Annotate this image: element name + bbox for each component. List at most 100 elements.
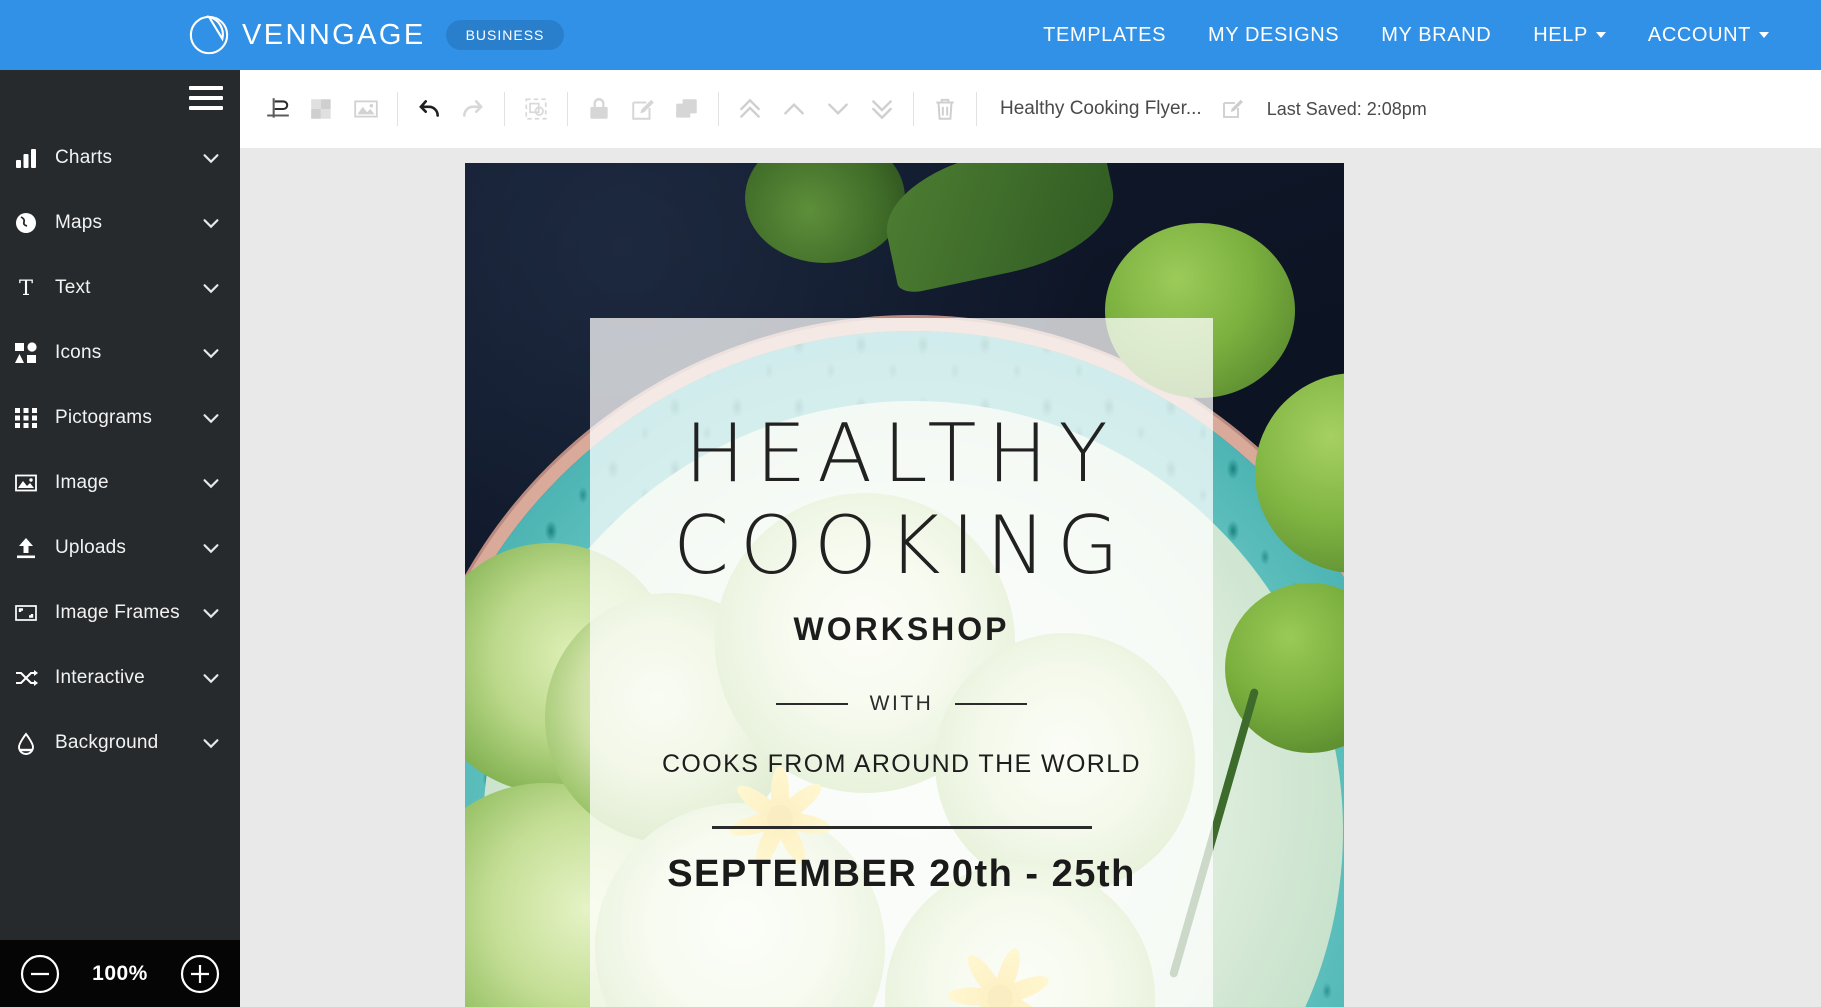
document-title[interactable]: Healthy Cooking Flyer... — [1000, 98, 1202, 120]
sidebar-item-text[interactable]: T Text — [0, 255, 240, 320]
toolbar-divider — [567, 92, 568, 126]
chevron-down-icon — [1759, 32, 1769, 38]
rename-edit-pencil-icon[interactable] — [1216, 92, 1250, 126]
plan-badge[interactable]: BUSINESS — [445, 20, 565, 50]
shapes-icon — [10, 338, 42, 368]
sidebar-item-label: Uploads — [55, 536, 127, 558]
sidebar-item-maps[interactable]: Maps — [0, 190, 240, 255]
svg-text:T: T — [19, 276, 33, 300]
sidebar-item-label: Pictograms — [55, 406, 153, 428]
chevron-down-icon — [200, 212, 222, 234]
sidebar-item-interactive[interactable]: Interactive — [0, 645, 240, 710]
nav-item-my-brand[interactable]: MY BRAND — [1381, 24, 1491, 47]
chevron-down-icon — [200, 537, 222, 559]
last-saved-label: Last Saved: 2:08pm — [1266, 98, 1427, 119]
sidebar-item-label: Icons — [55, 341, 102, 363]
sidebar-item-background[interactable]: Background — [0, 710, 240, 775]
group-objects-icon[interactable] — [519, 92, 553, 126]
poster-text-panel[interactable]: HEALTHY COOKING WORKSHOP WITH COOKS FROM… — [590, 318, 1213, 1007]
sidebar-item-charts[interactable]: Charts — [0, 125, 240, 190]
align-icon[interactable] — [261, 92, 295, 126]
poster-subtitle[interactable]: WORKSHOP — [590, 611, 1213, 648]
poster-title-line-2[interactable]: COOKING — [590, 500, 1213, 592]
chevron-down-icon — [200, 277, 222, 299]
chevron-down-icon — [1595, 32, 1606, 38]
edit-pencil-icon[interactable] — [626, 92, 660, 126]
toolbar-divider — [913, 92, 914, 126]
top-navigation-bar: VENNGAGE BUSINESS TEMPLATES MY DESIGNS M… — [0, 0, 1821, 70]
picture-icon — [10, 468, 42, 498]
sidebar-item-label: Background — [55, 731, 159, 753]
send-to-back-icon[interactable] — [865, 92, 899, 126]
brand-name: VENNGAGE — [242, 18, 426, 51]
sidebar-item-pictograms[interactable]: Pictograms — [0, 385, 240, 450]
brand-logo[interactable]: VENNGAGE — [188, 14, 426, 56]
main-nav-links: TEMPLATES MY DESIGNS MY BRAND HELP ACCOU… — [1001, 24, 1769, 47]
duplicate-icon[interactable] — [670, 92, 704, 126]
poster-title-line-1[interactable]: HEALTHY — [590, 408, 1213, 500]
redo-icon[interactable] — [456, 92, 490, 126]
zoom-out-icon[interactable] — [20, 954, 60, 994]
sidebar-item-icons[interactable]: Icons — [0, 320, 240, 385]
nav-item-account[interactable]: ACCOUNT — [1648, 24, 1769, 47]
trash-icon[interactable] — [928, 92, 962, 126]
nav-label: ACCOUNT — [1647, 23, 1751, 46]
chevron-down-icon — [200, 147, 222, 169]
frame-corners-icon — [10, 598, 42, 628]
grid-dots-icon — [10, 403, 42, 433]
chevron-down-icon — [200, 667, 222, 689]
image-placeholder-icon[interactable] — [349, 92, 383, 126]
water-drop-icon — [10, 728, 42, 758]
divider-line-left — [775, 703, 848, 705]
sidebar-item-image-frames[interactable]: Image Frames — [0, 580, 240, 645]
poster-presenters[interactable]: COOKS FROM AROUND THE WORLD — [590, 750, 1213, 779]
shuffle-arrows-icon — [10, 663, 42, 693]
divider-line-right — [955, 703, 1028, 705]
lock-icon[interactable] — [582, 92, 616, 126]
editor-toolbar: Healthy Cooking Flyer... Last Saved: 2:0… — [240, 70, 1821, 148]
nav-label: MY DESIGNS — [1208, 23, 1340, 46]
globe-icon — [10, 208, 42, 238]
nav-label: MY BRAND — [1381, 23, 1492, 46]
sidebar-item-label: Image — [55, 471, 109, 493]
poster-horizontal-divider — [712, 826, 1092, 829]
crop-checker-icon[interactable] — [305, 92, 339, 126]
poster-design[interactable]: HEALTHY COOKING WORKSHOP WITH COOKS FROM… — [465, 163, 1344, 1007]
hamburger-menu-icon[interactable] — [189, 85, 223, 110]
sidebar-item-image[interactable]: Image — [0, 450, 240, 515]
zoom-in-icon[interactable] — [180, 954, 220, 994]
upload-arrow-icon — [10, 533, 42, 563]
send-to-front-icon[interactable] — [733, 92, 767, 126]
nav-item-my-designs[interactable]: MY DESIGNS — [1208, 24, 1339, 47]
sidebar-item-uploads[interactable]: Uploads — [0, 515, 240, 580]
sidebar-item-label: Charts — [55, 146, 113, 168]
toolbar-divider — [976, 92, 977, 126]
chevron-down-icon — [200, 472, 222, 494]
poster-dates[interactable]: SEPTEMBER 20th - 25th — [590, 853, 1213, 896]
hamburger-bar — [189, 95, 223, 100]
bring-forward-icon[interactable] — [777, 92, 811, 126]
sidebar-item-label: Text — [55, 276, 91, 298]
chevron-down-icon — [200, 732, 222, 754]
design-canvas-area[interactable]: HEALTHY COOKING WORKSHOP WITH COOKS FROM… — [240, 148, 1821, 1007]
poster-with-label[interactable]: WITH — [870, 692, 934, 716]
sidebar-item-label: Image Frames — [55, 601, 180, 623]
left-sidebar: Charts Maps T Text Icons Pictograms Imag… — [0, 70, 240, 1007]
chevron-down-icon — [200, 407, 222, 429]
undo-icon[interactable] — [412, 92, 446, 126]
send-backward-icon[interactable] — [821, 92, 855, 126]
zoom-control-bar: 100% — [0, 940, 240, 1007]
chevron-down-icon — [200, 602, 222, 624]
nav-item-help[interactable]: HELP — [1533, 24, 1606, 47]
nav-label: HELP — [1533, 23, 1588, 46]
bar-chart-icon — [10, 143, 42, 173]
nav-label: TEMPLATES — [1043, 23, 1167, 46]
nav-item-templates[interactable]: TEMPLATES — [1043, 24, 1166, 47]
text-t-icon: T — [10, 273, 42, 303]
toolbar-divider — [397, 92, 398, 126]
toolbar-divider — [504, 92, 505, 126]
chevron-down-icon — [200, 342, 222, 364]
sidebar-item-label: Interactive — [55, 666, 145, 688]
sidebar-header — [0, 70, 240, 125]
hamburger-bar — [189, 85, 223, 90]
